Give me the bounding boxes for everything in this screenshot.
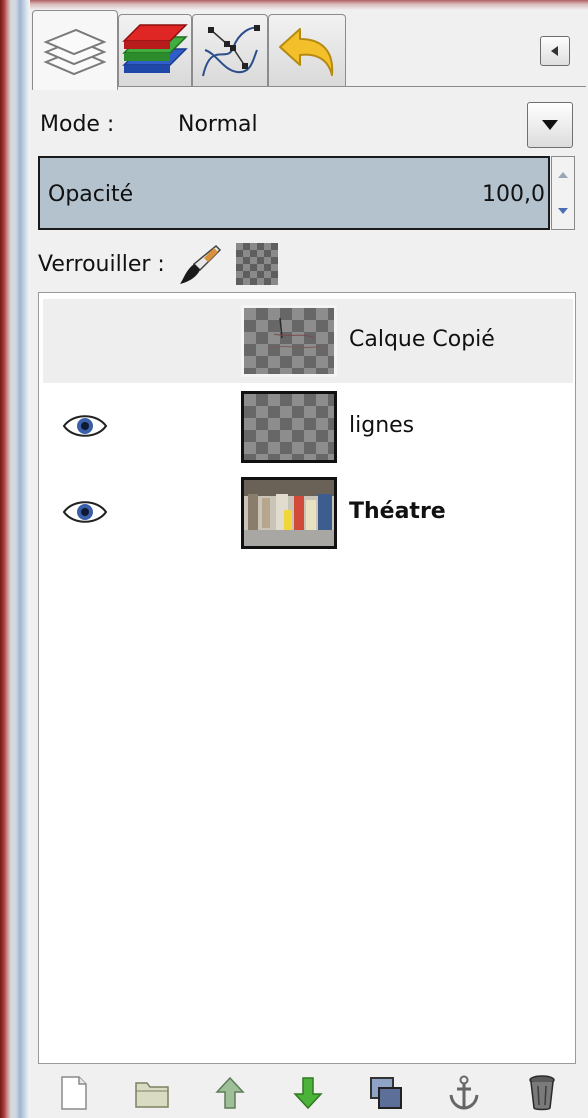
layer-name[interactable]: lignes bbox=[349, 413, 414, 438]
arrow-down-icon bbox=[558, 208, 568, 214]
chevron-down-icon bbox=[542, 120, 558, 130]
photo-thumbnail-image bbox=[244, 480, 334, 546]
layer-name[interactable]: Théatre bbox=[349, 499, 446, 524]
mode-label: Mode : bbox=[40, 112, 115, 137]
window-top-edge bbox=[30, 0, 588, 10]
eye-icon bbox=[62, 415, 108, 437]
tab-layers[interactable] bbox=[32, 10, 118, 90]
layers-toolbar bbox=[38, 1068, 576, 1118]
spin-up-button[interactable] bbox=[552, 157, 574, 193]
opacity-value: 100,0 bbox=[482, 182, 545, 207]
layer-thumbnail[interactable] bbox=[241, 391, 337, 463]
new-layer-button[interactable] bbox=[54, 1072, 94, 1114]
layer-thumbnail[interactable] bbox=[241, 305, 337, 377]
layers-icon bbox=[43, 28, 107, 75]
lock-alpha-button[interactable] bbox=[236, 243, 278, 285]
mode-value[interactable]: Normal bbox=[178, 112, 258, 137]
anchor-icon bbox=[449, 1075, 479, 1110]
raise-layer-icon bbox=[215, 1076, 245, 1109]
mode-dropdown-button[interactable] bbox=[527, 102, 573, 148]
spin-down-button[interactable] bbox=[552, 193, 574, 229]
undo-history-icon bbox=[279, 27, 334, 76]
lock-pixels-button[interactable] bbox=[178, 242, 222, 286]
opacity-spinner[interactable] bbox=[551, 156, 575, 230]
tab-undo-history[interactable] bbox=[268, 14, 346, 86]
window-border bbox=[0, 0, 30, 1118]
lock-label: Verrouiller : bbox=[38, 252, 165, 277]
duplicate-layer-button[interactable] bbox=[366, 1072, 406, 1114]
eye-icon bbox=[62, 501, 108, 523]
new-layer-group-icon bbox=[135, 1082, 169, 1108]
opacity-label: Opacité bbox=[48, 182, 134, 207]
anchor-layer-button[interactable] bbox=[444, 1072, 484, 1114]
lower-layer-button[interactable] bbox=[288, 1072, 328, 1114]
opacity-slider[interactable]: Opacité 100,0 bbox=[38, 156, 550, 230]
delete-layer-button[interactable] bbox=[522, 1072, 562, 1114]
paths-icon bbox=[202, 24, 260, 76]
tab-menu-button[interactable] bbox=[540, 36, 570, 66]
visibility-toggle[interactable] bbox=[61, 411, 109, 441]
layer-thumbnail-lines bbox=[267, 317, 325, 349]
trash-icon bbox=[529, 1075, 555, 1111]
layer-row[interactable]: Calque Copié bbox=[43, 299, 573, 383]
lower-layer-icon bbox=[293, 1077, 323, 1110]
new-layer-icon bbox=[61, 1076, 87, 1110]
layer-thumbnail-photo[interactable] bbox=[241, 477, 337, 549]
triangle-left-icon bbox=[551, 46, 558, 56]
layers-list[interactable]: Calque Copié lignes Théatre bbox=[38, 292, 576, 1064]
channels-icon bbox=[122, 23, 188, 73]
paintbrush-icon bbox=[180, 244, 222, 284]
duplicate-layer-icon bbox=[370, 1077, 402, 1109]
raise-layer-button[interactable] bbox=[210, 1072, 250, 1114]
visibility-toggle[interactable] bbox=[61, 497, 109, 527]
arrow-up-icon bbox=[558, 172, 568, 178]
layer-row[interactable]: Théatre bbox=[43, 471, 573, 555]
layer-row[interactable]: lignes bbox=[43, 385, 573, 469]
layer-name[interactable]: Calque Copié bbox=[349, 327, 495, 352]
tab-channels[interactable] bbox=[118, 14, 192, 86]
new-layer-group-button[interactable] bbox=[132, 1072, 172, 1114]
tab-paths[interactable] bbox=[192, 14, 268, 86]
